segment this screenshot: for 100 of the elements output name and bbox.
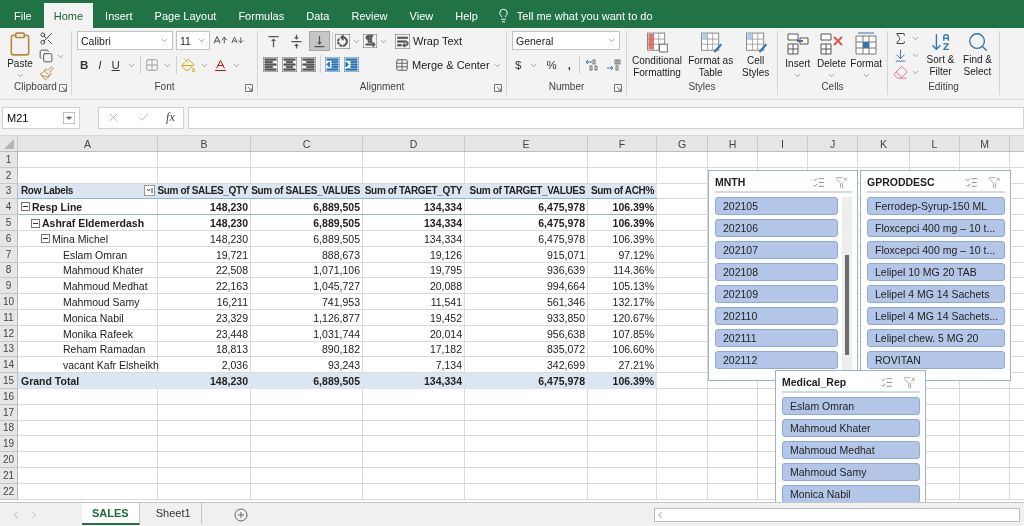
sort-filter-button[interactable]: Sort & Filter xyxy=(924,31,957,78)
slicer-item[interactable]: Eslam Omran xyxy=(782,397,920,415)
increase-indent-icon[interactable] xyxy=(344,56,359,72)
dialog-launcher-icon[interactable] xyxy=(494,84,502,92)
multi-select-icon[interactable] xyxy=(880,375,893,389)
sum-icon[interactable] xyxy=(893,31,908,46)
slicer-item[interactable]: Monica Nabil xyxy=(782,485,920,502)
merge-icon[interactable] xyxy=(395,58,409,72)
font-size-field[interactable]: 11 xyxy=(176,31,210,50)
sheet-tab[interactable]: Sheet1 xyxy=(145,502,202,525)
align-left-icon[interactable] xyxy=(263,56,278,72)
cut-icon[interactable] xyxy=(39,31,54,46)
wrap-text-icon[interactable] xyxy=(395,33,410,49)
slicer-item[interactable]: 202108 xyxy=(715,263,838,281)
ribbon-tab[interactable]: Insert xyxy=(95,3,143,28)
slicer-item[interactable]: Mahmoud Medhat xyxy=(782,441,920,459)
ribbon-tab[interactable]: Formulas xyxy=(228,3,295,28)
row-header[interactable]: 4 xyxy=(0,199,18,216)
slicer-item[interactable]: 202110 xyxy=(715,307,838,325)
clear-filter-icon[interactable] xyxy=(988,175,1001,189)
row-header[interactable]: 5 xyxy=(0,215,18,231)
align-right-icon[interactable] xyxy=(301,56,316,72)
ribbon-tab[interactable]: File xyxy=(4,3,42,28)
sort-filter-icon[interactable] xyxy=(929,31,952,53)
dialog-launcher-icon[interactable] xyxy=(614,84,622,92)
clear-filter-icon[interactable] xyxy=(835,175,848,189)
copy-icon[interactable] xyxy=(39,49,53,63)
dropdown-caret-icon[interactable] xyxy=(63,111,75,124)
row-header[interactable]: 10 xyxy=(0,294,18,310)
slicer-item[interactable]: Mahmoud Samy xyxy=(782,463,920,481)
table-style-icon[interactable] xyxy=(698,31,723,54)
collapse-icon[interactable] xyxy=(31,218,40,228)
font-color-icon[interactable] xyxy=(212,57,228,73)
cell-styles-button[interactable]: Cell Styles xyxy=(739,31,772,79)
insert-function-button[interactable]: fx xyxy=(166,110,175,125)
row-header[interactable]: 15 xyxy=(0,373,18,389)
slicer-item[interactable]: Ferrodep-Syrup-150 ML xyxy=(867,197,1005,215)
delete-button[interactable]: Delete xyxy=(816,31,847,80)
dialog-launcher-icon[interactable] xyxy=(59,84,67,92)
slicer-item[interactable]: Lelipel 10 MG 20 TAB xyxy=(867,263,1005,281)
comma-button[interactable]: , xyxy=(564,59,574,71)
paste-button[interactable]: Paste xyxy=(5,31,35,80)
slicer-item[interactable]: 202105 xyxy=(715,197,838,215)
slicer-item[interactable]: Floxcepci 400 mg – 10 t... xyxy=(867,219,1005,237)
text-direction-icon[interactable] xyxy=(363,34,377,48)
borders-icon[interactable] xyxy=(144,58,159,72)
row-header[interactable]: 19 xyxy=(0,436,18,453)
clear-filter-icon[interactable] xyxy=(903,375,916,389)
bold-button[interactable]: B xyxy=(77,59,92,71)
multi-select-icon[interactable] xyxy=(812,175,825,189)
wrap-text-button[interactable]: Wrap Text xyxy=(392,31,505,51)
tell-me-search[interactable]: Tell me what you want to do xyxy=(516,9,653,22)
slicer-item[interactable]: Floxcepci 400 mg – 10 t... xyxy=(867,241,1005,259)
multi-select-icon[interactable] xyxy=(965,175,978,189)
slicer-item[interactable]: Lelipel 4 MG 14 Sachets xyxy=(867,285,1005,303)
horizontal-scrollbar[interactable] xyxy=(654,507,1020,522)
underline-button[interactable]: U xyxy=(108,59,123,71)
ribbon-tab[interactable]: Data xyxy=(296,3,340,28)
ribbon-tab[interactable]: Review xyxy=(341,3,398,28)
formula-input[interactable] xyxy=(188,106,1024,129)
sheet-tab[interactable]: SALES xyxy=(82,502,140,525)
slicer-item[interactable]: Lelipel 4 MG 14 Sachets... xyxy=(867,307,1005,325)
find-select-button[interactable]: Find & Select xyxy=(961,31,994,78)
insert-button[interactable]: Insert xyxy=(783,31,813,80)
ribbon-tab[interactable]: Help xyxy=(445,3,488,28)
scroll-left-icon[interactable] xyxy=(655,509,665,520)
row-header[interactable]: 14 xyxy=(0,357,18,374)
fill-color-icon[interactable] xyxy=(180,57,196,73)
format-as-table-button[interactable]: Format as Table xyxy=(686,31,736,79)
slicer-item[interactable]: 202107 xyxy=(715,241,838,259)
row-header[interactable]: 9 xyxy=(0,278,18,295)
ribbon-tab[interactable]: Page Layout xyxy=(144,3,227,28)
orientation-icon[interactable] xyxy=(335,33,350,49)
collapse-icon[interactable] xyxy=(41,234,50,244)
select-all-icon[interactable] xyxy=(3,138,14,149)
decrease-indent-icon[interactable] xyxy=(325,56,340,72)
name-box[interactable]: M21 xyxy=(2,106,80,129)
enter-icon[interactable] xyxy=(136,111,150,124)
slicer-item[interactable]: 202106 xyxy=(715,219,838,237)
collapse-icon[interactable] xyxy=(21,202,30,212)
italic-button[interactable]: I xyxy=(95,59,105,71)
delete-cells-icon[interactable] xyxy=(817,31,846,57)
dialog-launcher-icon[interactable] xyxy=(245,84,253,92)
number-format-field[interactable]: General xyxy=(512,31,620,50)
slicer-item[interactable]: ROVITAN xyxy=(867,351,1005,369)
ribbon-tab[interactable]: Home xyxy=(43,3,94,28)
bottom-align-icon[interactable] xyxy=(309,31,330,51)
slicer-item[interactable]: Mahmoud Khater xyxy=(782,419,920,437)
format-painter-icon[interactable] xyxy=(39,66,54,81)
eraser-icon[interactable] xyxy=(893,65,908,80)
increase-decimal-icon[interactable] xyxy=(584,58,601,72)
decrease-decimal-icon[interactable] xyxy=(605,58,622,72)
ribbon-tab[interactable]: View xyxy=(399,3,444,28)
scrollbar[interactable] xyxy=(842,197,852,370)
currency-button[interactable]: $ xyxy=(512,59,525,71)
slicer-item[interactable]: 202111 xyxy=(715,329,838,347)
slicer-item[interactable]: 202112 xyxy=(715,351,838,369)
search-icon[interactable] xyxy=(966,31,989,53)
slicer-item[interactable]: Lelipel chew. 5 MG 20 xyxy=(867,329,1005,347)
slicer-item[interactable]: 202109 xyxy=(715,285,838,303)
